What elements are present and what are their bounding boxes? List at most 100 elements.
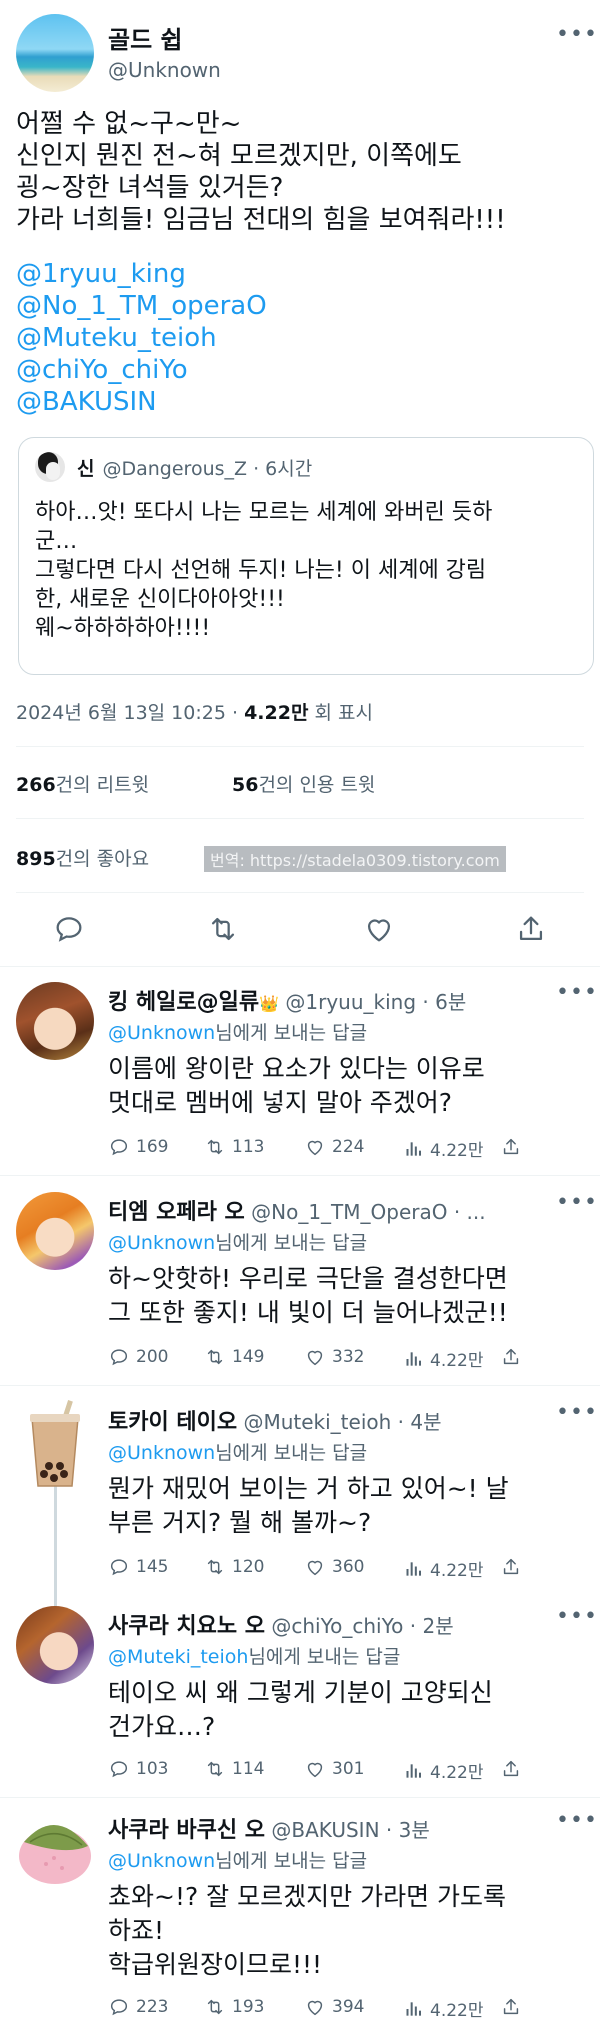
retweet-count[interactable]: 113: [204, 1136, 264, 1158]
views-count: 4.22만: [244, 702, 309, 724]
avatar[interactable]: [16, 1192, 94, 1270]
more-options-icon[interactable]: •••: [556, 1190, 598, 1215]
quoted-header: 신 @Dangerous_Z · 6시간: [77, 454, 312, 481]
reply-count[interactable]: 223: [108, 1996, 168, 2018]
mention-link[interactable]: @BAKUSIN: [16, 386, 267, 418]
crown-badge-icon: 👑: [259, 994, 280, 1013]
view-count[interactable]: 4.22만: [404, 1758, 484, 1783]
share-icon[interactable]: [500, 1136, 522, 1158]
share-icon[interactable]: [514, 912, 548, 946]
reply-count[interactable]: 200: [108, 1346, 168, 1368]
more-options-icon[interactable]: •••: [556, 980, 598, 1005]
reply-time: · 3분: [385, 1818, 430, 1842]
display-name[interactable]: 킹 헤일로@일류: [108, 990, 259, 1015]
like-count[interactable]: 224: [304, 1136, 364, 1158]
view-count[interactable]: 4.22만: [404, 1136, 484, 1161]
view-count[interactable]: 4.22만: [404, 1556, 484, 1581]
quoted-handle[interactable]: @Dangerous_Z: [102, 458, 247, 480]
mention-link[interactable]: @Muteki_teioh: [108, 1646, 248, 1668]
reply-time: · 2분: [409, 1614, 454, 1638]
reply-tweet[interactable]: 사쿠라 치요노 오 @chiYo_chiYo · 2분 ••• @Muteki_…: [0, 1596, 600, 1798]
reply-icon: [110, 1761, 128, 1778]
retweet-icon: [207, 1761, 223, 1777]
mention-link[interactable]: @Unknown: [108, 1850, 215, 1872]
retweet-icon: [207, 1999, 223, 2015]
display-name[interactable]: 사쿠라 치요노 오: [108, 1614, 265, 1639]
avatar[interactable]: [16, 1606, 94, 1684]
like-count[interactable]: 332: [304, 1346, 364, 1368]
reply-tweet[interactable]: 사쿠라 바쿠신 오 @BAKUSIN · 3분 ••• @Unknown님에게 …: [0, 1798, 600, 2037]
reply-count[interactable]: 103: [108, 1758, 168, 1780]
display-name[interactable]: 골드 쉽: [108, 20, 183, 55]
more-options-icon[interactable]: •••: [556, 1604, 598, 1629]
mention-link[interactable]: @1ryuu_king: [16, 258, 267, 290]
share-icon[interactable]: [500, 1758, 522, 1780]
retweet-icon[interactable]: [206, 912, 240, 946]
quotes-stat[interactable]: 56건의 인용 트윗: [232, 770, 375, 797]
retweet-count[interactable]: 114: [204, 1758, 264, 1780]
quoted-display-name[interactable]: 신: [77, 458, 94, 480]
share-icon[interactable]: [500, 1996, 522, 2018]
display-name[interactable]: 토카이 테이오: [108, 1410, 237, 1435]
reply-tweet[interactable]: 토카이 테이오 @Muteki_teioh · 4분 ••• @Unknown님…: [0, 1386, 600, 1682]
display-name[interactable]: 티엠 오페라 오: [108, 1200, 245, 1225]
avatar[interactable]: [16, 982, 94, 1060]
mention-list: @1ryuu_king @No_1_TM_operaO @Muteku_teio…: [16, 258, 267, 418]
reply-count[interactable]: 145: [108, 1556, 168, 1578]
retweet-count[interactable]: 193: [204, 1996, 264, 2018]
reply-header: 킹 헤일로@일류👑 @1ryuu_king · 6분: [108, 984, 466, 1016]
like-count[interactable]: 360: [304, 1556, 364, 1578]
handle[interactable]: @No_1_TM_OperaO · ...: [251, 1200, 486, 1224]
bubble-tea-avatar[interactable]: [16, 1400, 94, 1487]
like-icon: [307, 1762, 323, 1778]
like-icon: [307, 1350, 323, 1366]
more-options-icon[interactable]: •••: [556, 22, 598, 47]
like-count[interactable]: 301: [304, 1758, 364, 1780]
reply-tweet[interactable]: 킹 헤일로@일류👑 @1ryuu_king · 6분 ••• @Unknown님…: [0, 966, 600, 1176]
mention-link[interactable]: @Unknown: [108, 1232, 215, 1254]
retweets-stat[interactable]: 266건의 리트윗: [16, 770, 149, 797]
like-count[interactable]: 394: [304, 1996, 364, 2018]
handle[interactable]: @Muteki_teioh: [243, 1410, 391, 1434]
quoted-avatar[interactable]: [35, 452, 65, 482]
sakura-mochi-avatar[interactable]: [16, 1812, 94, 1890]
share-icon[interactable]: [500, 1346, 522, 1368]
reply-header: 사쿠라 치요노 오 @chiYo_chiYo · 2분: [108, 1608, 454, 1640]
mention-link[interactable]: @chiYo_chiYo: [16, 354, 267, 386]
share-icon[interactable]: [500, 1556, 522, 1578]
more-options-icon[interactable]: •••: [556, 1400, 598, 1425]
mention-link[interactable]: @Muteku_teioh: [16, 322, 267, 354]
more-options-icon[interactable]: •••: [556, 1808, 598, 1833]
retweet-icon: [207, 1139, 223, 1155]
quoted-tweet[interactable]: 신 @Dangerous_Z · 6시간 하아…앗! 또다시 나는 모르는 세계에…: [18, 437, 594, 675]
handle[interactable]: @chiYo_chiYo: [271, 1614, 403, 1638]
quoted-time: · 6시간: [253, 458, 313, 480]
avatar[interactable]: [16, 14, 94, 92]
reply-tweet[interactable]: 티엠 오페라 오 @No_1_TM_OperaO · ... ••• @Unkn…: [0, 1176, 600, 1386]
quoted-text: 하아…앗! 또다시 나는 모르는 세계에 와버린 듯하 군… 그렇다면 다시 선…: [35, 500, 493, 641]
mention-link[interactable]: @Unknown: [108, 1442, 215, 1464]
mention-link[interactable]: @No_1_TM_operaO: [16, 290, 267, 322]
timestamp: 2024년 6월 13일 10:25 · 4.22만 회 표시: [16, 702, 373, 724]
reply-text: 하~앗핫하! 우리로 극단을 결성한다면 그 또한 좋지! 내 빛이 더 늘어나…: [108, 1264, 508, 1327]
handle[interactable]: @1ryuu_king: [285, 990, 416, 1014]
reply-count[interactable]: 169: [108, 1136, 168, 1158]
retweet-icon: [207, 1559, 223, 1575]
views-icon: [406, 1561, 421, 1576]
reply-text: 쵸와~!? 잘 모르겠지만 가라면 가도록 하죠! 학급위원장이므로!!!: [108, 1882, 507, 1979]
likes-stat[interactable]: 895건의 좋아요: [16, 844, 149, 871]
replying-to: @Unknown님에게 보내는 답글: [108, 1232, 368, 1254]
display-name[interactable]: 사쿠라 바쿠신 오: [108, 1818, 265, 1843]
view-count[interactable]: 4.22만: [404, 1996, 484, 2021]
reply-header: 티엠 오페라 오 @No_1_TM_OperaO · ...: [108, 1194, 486, 1226]
view-count[interactable]: 4.22만: [404, 1346, 484, 1371]
reply-icon[interactable]: [52, 912, 86, 946]
like-icon[interactable]: [362, 912, 396, 946]
reply-time: · 6분: [422, 990, 467, 1014]
retweet-count[interactable]: 149: [204, 1346, 264, 1368]
handle[interactable]: @Unknown: [108, 58, 221, 82]
retweet-count[interactable]: 120: [204, 1556, 264, 1578]
mention-link[interactable]: @Unknown: [108, 1022, 215, 1044]
handle[interactable]: @BAKUSIN: [271, 1818, 379, 1842]
views-icon: [406, 1351, 421, 1366]
